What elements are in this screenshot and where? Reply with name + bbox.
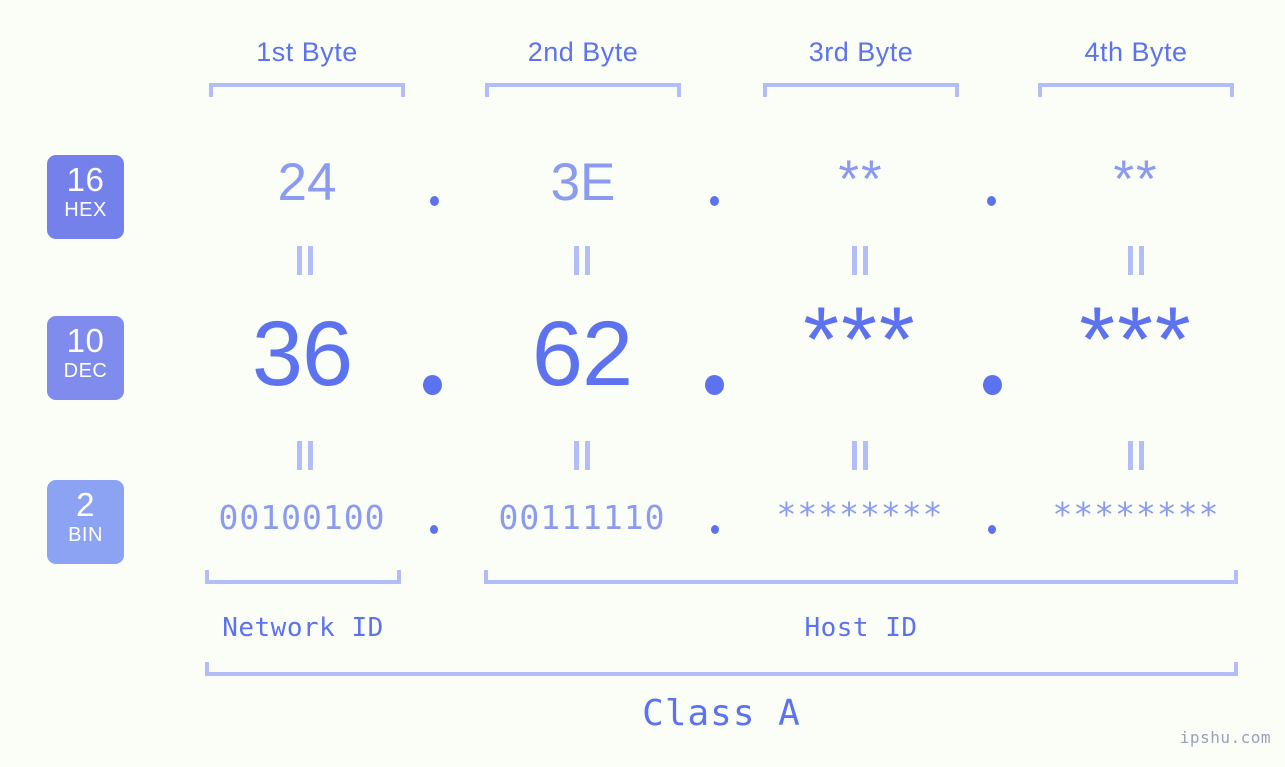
dec-separator-dot-2 [705,375,724,395]
dec-byte-2-value: 62 [531,303,633,405]
byte-bracket-3 [763,83,959,97]
base-badge-bin-number: 2 [76,486,95,523]
dec-byte-1-value: 36 [251,303,353,405]
base-badge-dec: 10 DEC [47,316,124,400]
hex-separator-dot-1 [430,196,439,206]
watermark: ipshu.com [1179,728,1271,747]
equality-mark-dec-bin-3 [852,441,870,470]
equality-mark-hex-dec-4 [1128,246,1146,275]
equality-mark-hex-dec-2 [574,246,592,275]
base-badge-hex: 16 HEX [47,155,124,239]
hex-byte-2-value: 3E [550,153,616,212]
hex-separator-dot-2 [710,196,719,206]
byte-header-3: 3rd Byte [808,37,914,67]
bin-separator-dot-1 [430,525,438,534]
hex-byte-1-value: 24 [277,153,337,212]
equality-mark-hex-dec-3 [852,246,870,275]
hex-byte-3-value: ** [838,150,884,209]
byte-header-4: 4th Byte [1084,37,1188,67]
base-badge-dec-label: DEC [63,360,108,382]
base-badge-dec-number: 10 [66,322,105,359]
base-badge-hex-number: 16 [66,161,105,198]
bin-byte-2-value: 00111110 [498,498,666,537]
byte-bracket-1 [209,83,405,97]
base-badge-bin: 2 BIN [47,480,124,564]
equality-mark-hex-dec-1 [297,246,315,275]
hex-separator-dot-3 [987,196,996,206]
equality-mark-dec-bin-1 [297,441,315,470]
byte-bracket-4 [1038,83,1234,97]
address-class-label: Class A [642,693,801,734]
bin-separator-dot-3 [988,525,996,534]
dec-separator-dot-3 [983,375,1002,395]
bin-byte-3-value: ******** [776,495,944,534]
equality-mark-dec-bin-2 [574,441,592,470]
address-class-bracket [205,662,1238,676]
dec-separator-dot-1 [423,375,442,395]
ip-byte-breakdown-diagram: 1st Byte 2nd Byte 3rd Byte 4th Byte 16 H… [0,0,1285,767]
equality-mark-dec-bin-4 [1128,441,1146,470]
bin-byte-1-value: 00100100 [218,498,386,537]
dec-byte-4-value: *** [1079,289,1193,391]
bin-separator-dot-2 [711,525,719,534]
byte-header-2: 2nd Byte [527,37,639,67]
hex-byte-4-value: ** [1113,150,1159,209]
network-id-label: Network ID [222,613,384,643]
host-id-bracket [484,570,1238,584]
bin-byte-4-value: ******** [1052,495,1220,534]
host-id-label: Host ID [804,613,918,643]
byte-bracket-2 [485,83,681,97]
byte-header-1: 1st Byte [256,37,358,67]
network-id-bracket [205,570,401,584]
dec-byte-3-value: *** [803,289,917,391]
base-badge-hex-label: HEX [64,199,107,221]
base-badge-bin-label: BIN [68,524,103,546]
